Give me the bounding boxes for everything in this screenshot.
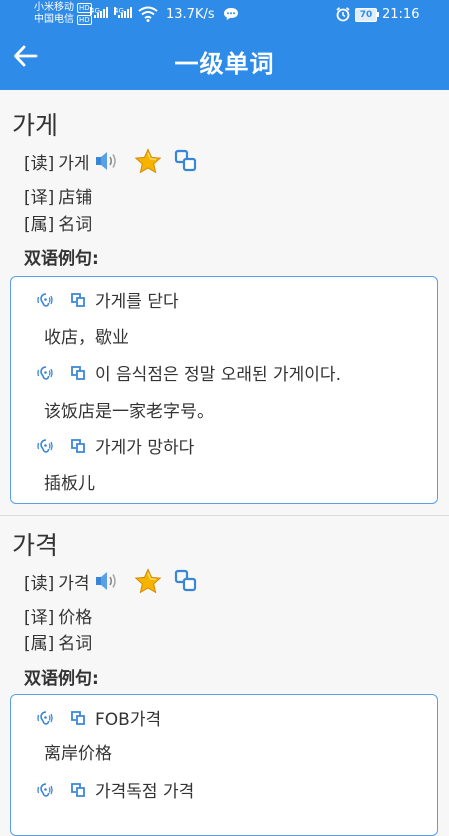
ear-audio-icon[interactable] <box>37 364 55 382</box>
network-2-label: 4G <box>114 7 124 15</box>
translation-label: [译] <box>24 608 55 628</box>
part-of-speech-row: [属] 名词 <box>24 210 92 235</box>
reading-label: [读] <box>24 573 55 594</box>
headword: 가격 <box>12 531 59 560</box>
example-korean: FOB가격 <box>95 710 162 730</box>
example-kr-row: 가격독점 가격 <box>37 777 194 802</box>
copy-icon[interactable] <box>174 569 198 593</box>
examples-title: 双语例句: <box>24 249 99 269</box>
status-bar: 小米移动 HD 中国电信 HD 4G 4G 13.7K/s 70 21:16 <box>0 0 449 30</box>
message-icon <box>224 8 238 20</box>
pos-value: 名词 <box>58 215 93 235</box>
example-chinese: 离岸价格 <box>44 744 112 764</box>
translation-row: [译] 店铺 <box>24 183 92 208</box>
link-copy-icon[interactable] <box>69 781 87 799</box>
reading-value: 가격 <box>58 573 90 594</box>
word-card-2: 가격 [读] 가격 [译] 价格 [属] 名词 双语例句: FOB가격 离岸价格… <box>0 516 449 836</box>
examples-box: FOB가격 离岸价格 가격독점 가격 <box>10 694 438 836</box>
alarm-icon <box>336 7 350 22</box>
examples-box: 가게를 닫다 收店，歇业 이 음식점은 정말 오래된 가게이다. 该饭店是一家老… <box>10 276 438 504</box>
example-kr-row: 가게를 닫다 <box>37 287 179 312</box>
example-kr-row: 이 음식점은 정말 오래된 가게이다. <box>37 360 341 385</box>
example-korean: 이 음식점은 정말 오래된 가게이다. <box>95 365 341 385</box>
speaker-icon[interactable] <box>94 570 118 592</box>
copy-icon[interactable] <box>174 149 198 173</box>
example-korean: 가게가 망하다 <box>95 438 195 458</box>
pos-label: [属] <box>24 215 55 235</box>
ear-audio-icon[interactable] <box>37 781 55 799</box>
carrier-2-name: 中国电信 <box>34 14 74 25</box>
signal-2-icon: 4G <box>114 7 132 18</box>
speaker-icon[interactable] <box>94 150 118 172</box>
page-title: 一级单词 <box>174 50 275 78</box>
translation-row: [译] 价格 <box>24 603 92 628</box>
example-kr-row: 가게가 망하다 <box>37 433 194 458</box>
app-header: 小米移动 HD 中国电信 HD 4G 4G 13.7K/s 70 21:16 一… <box>0 0 449 90</box>
example-korean: 가게를 닫다 <box>95 292 179 312</box>
network-speed: 13.7K/s <box>166 7 215 22</box>
favorite-star-icon[interactable] <box>134 148 162 174</box>
ear-audio-icon[interactable] <box>37 437 55 455</box>
reading-label: [读] <box>24 153 55 174</box>
examples-title: 双语例句: <box>24 669 99 689</box>
translation-value: 店铺 <box>58 188 93 208</box>
link-copy-icon[interactable] <box>69 291 87 309</box>
link-copy-icon[interactable] <box>69 709 87 727</box>
battery-icon: 70 <box>355 8 379 22</box>
link-copy-icon[interactable] <box>69 364 87 382</box>
example-chinese: 该饭店是一家老字号。 <box>44 402 214 422</box>
reading-row: [读] 가격 <box>24 568 198 594</box>
ear-audio-icon[interactable] <box>37 291 55 309</box>
reading-row: [读] 가게 <box>24 148 198 174</box>
example-chinese: 插板儿 <box>44 474 95 494</box>
headword: 가게 <box>12 111 59 140</box>
example-chinese: 收店，歇业 <box>44 328 129 348</box>
translation-label: [译] <box>24 188 55 208</box>
carrier-info: 小米移动 HD 中国电信 HD <box>34 2 92 26</box>
translation-value: 价格 <box>58 608 93 628</box>
favorite-star-icon[interactable] <box>134 568 162 594</box>
link-copy-icon[interactable] <box>69 437 87 455</box>
pos-label: [属] <box>24 634 55 654</box>
ear-audio-icon[interactable] <box>37 709 55 727</box>
part-of-speech-row: [属] 名词 <box>24 629 92 654</box>
signal-1-icon: 4G <box>90 7 108 18</box>
reading-value: 가게 <box>58 153 90 174</box>
clock: 21:16 <box>382 7 420 22</box>
wifi-icon <box>138 6 158 22</box>
carrier-1-name: 小米移动 <box>34 2 74 13</box>
word-card-1: 가게 [读] 가게 [译] 店铺 [属] 名词 双语例句: 가게를 닫다 收店，… <box>0 90 449 516</box>
network-1-label: 4G <box>90 7 100 15</box>
pos-value: 名词 <box>58 634 93 654</box>
example-kr-row: FOB가격 <box>37 705 161 730</box>
example-korean: 가격독점 가격 <box>95 782 195 802</box>
